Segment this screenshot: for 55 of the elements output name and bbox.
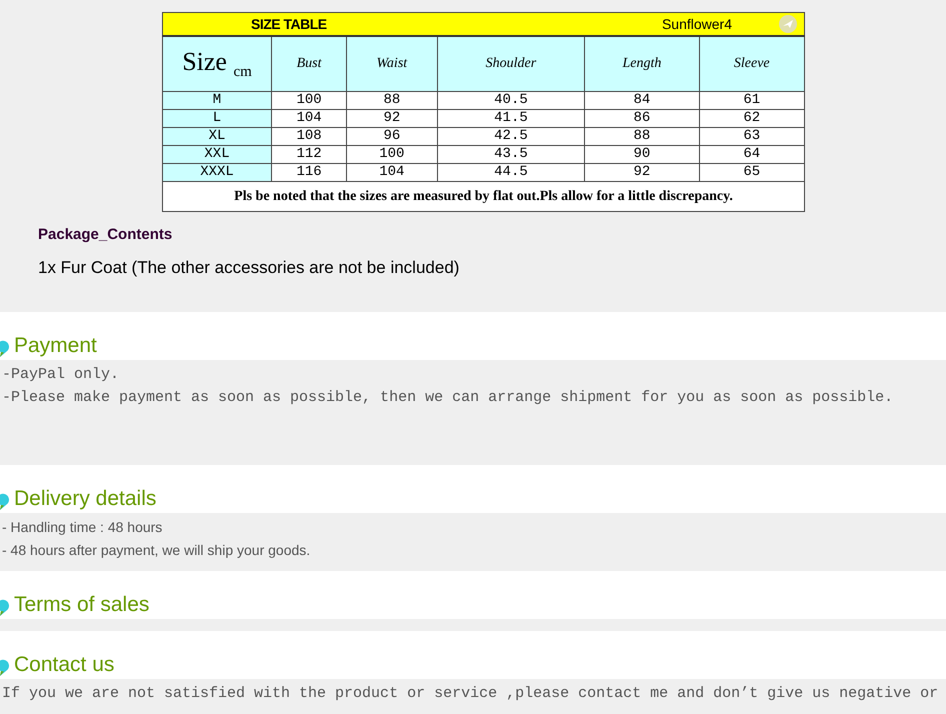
- table-cell: 41.5: [437, 110, 585, 128]
- table-cell: 61: [699, 92, 804, 110]
- table-cell: 104: [272, 110, 347, 128]
- table-cell: 63: [699, 128, 804, 146]
- table-cell: 44.5: [437, 164, 585, 182]
- table-cell: 88: [346, 92, 438, 110]
- table-cell: 100: [346, 146, 438, 164]
- table-cell: 100: [272, 92, 347, 110]
- table-cell: 62: [699, 110, 804, 128]
- table-header: Bust: [272, 36, 347, 92]
- table-cell: XXXL: [162, 164, 272, 182]
- table-cell: XXL: [162, 146, 272, 164]
- table-cell: L: [162, 110, 272, 128]
- table-cell: 65: [699, 164, 804, 182]
- table-header: Length: [584, 36, 700, 92]
- table-cell: XL: [162, 128, 272, 146]
- section-text: - 48 hours after payment, we will ship your goods.: [1, 542, 312, 560]
- section-text: - Handling time : 48 hours: [1, 519, 164, 537]
- table-note: Pls be noted that the sizes are measured by flat out.Pls allow for a little discrepancy.: [162, 182, 804, 212]
- section-heading: Package_Contents: [38, 226, 174, 243]
- airplane-icon: [778, 14, 798, 34]
- table-cell: 108: [272, 128, 347, 146]
- section-text: -PayPal only.: [1, 366, 120, 385]
- section-heading: Payment: [14, 334, 97, 358]
- package-text: 1x Fur Coat (The other accessories are not be included): [38, 258, 460, 278]
- table-header: Waist: [346, 36, 438, 92]
- table-cell: 42.5: [437, 128, 585, 146]
- table-cell: M: [162, 92, 272, 110]
- brand-name: Sunflower4: [662, 16, 732, 32]
- section-text: -Please make payment as soon as possible, then we can arrange shipment for you as soon as possible.: [1, 389, 894, 408]
- table-cell: 92: [346, 110, 438, 128]
- section-heading: Terms of sales: [14, 593, 150, 617]
- pin-icon: [0, 493, 10, 511]
- pin-icon: [0, 659, 10, 677]
- table-cell: 64: [699, 146, 804, 164]
- section-heading: Contact us: [14, 653, 114, 677]
- table-cell: 96: [346, 128, 438, 146]
- table-cell: 40.5: [437, 92, 585, 110]
- table-cell: 112: [272, 146, 347, 164]
- section-heading: Delivery details: [14, 487, 156, 511]
- table-header: Shoulder: [437, 36, 585, 92]
- section-text: If you we are not satisfied with the product or service ,please contact me and don’t give us negative or: [1, 685, 940, 704]
- table-cell: 104: [346, 164, 438, 182]
- table-cell: 90: [584, 146, 700, 164]
- table-cell: 92: [584, 164, 700, 182]
- table-cell: 84: [584, 92, 700, 110]
- table-cell: 43.5: [437, 146, 585, 164]
- table-header: Sleeve: [699, 36, 804, 92]
- table-title: SIZE TABLE: [251, 16, 327, 32]
- table-cell: 88: [584, 128, 700, 146]
- table-cell: 116: [272, 164, 347, 182]
- pin-icon: [0, 599, 10, 617]
- table-header: Size $_{cm}$: [162, 36, 272, 92]
- pin-icon: [0, 340, 10, 358]
- table-cell: 86: [584, 110, 700, 128]
